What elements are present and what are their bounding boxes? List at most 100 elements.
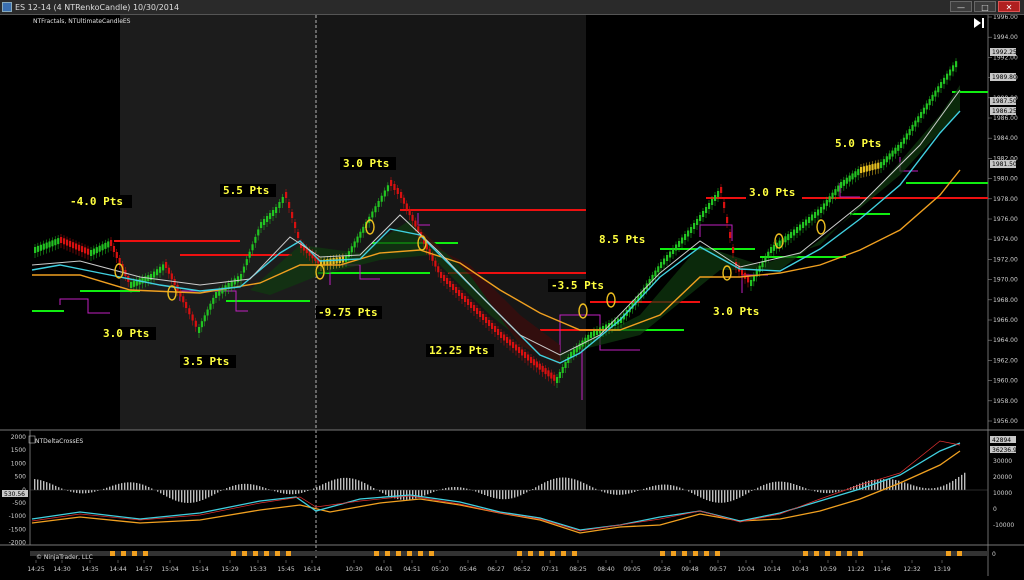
renko-candle bbox=[78, 245, 80, 251]
session-marker bbox=[275, 551, 280, 556]
renko-candle bbox=[909, 129, 911, 135]
histogram-bar bbox=[739, 490, 740, 498]
renko-candle bbox=[133, 281, 135, 287]
renko-candle bbox=[547, 370, 549, 376]
histogram-bar bbox=[85, 490, 86, 493]
price-tick-label: 1960.00 bbox=[993, 378, 1018, 385]
session-marker bbox=[407, 551, 412, 556]
histogram-bar bbox=[514, 490, 515, 498]
histogram-bar bbox=[796, 485, 797, 490]
histogram-bar bbox=[208, 490, 209, 497]
renko-candle bbox=[497, 329, 499, 335]
histogram-bar bbox=[40, 480, 41, 490]
renko-candle bbox=[831, 193, 833, 199]
renko-candle bbox=[63, 238, 65, 244]
histogram-bar bbox=[328, 482, 329, 490]
histogram-bar bbox=[676, 486, 677, 490]
histogram-bar bbox=[784, 482, 785, 490]
histogram-bar bbox=[184, 490, 185, 503]
renko-candle bbox=[863, 166, 865, 172]
renko-candle bbox=[914, 121, 916, 127]
renko-candle bbox=[906, 133, 908, 139]
histogram-bar bbox=[700, 490, 701, 498]
histogram-bar bbox=[487, 490, 488, 496]
renko-candle bbox=[282, 197, 284, 203]
renko-candle bbox=[949, 70, 951, 76]
histogram-bar bbox=[523, 490, 524, 494]
osc-left-tick: -500 bbox=[12, 500, 26, 507]
time-tick-label: 09:48 bbox=[681, 566, 698, 573]
renko-candle bbox=[218, 290, 220, 296]
session-marker bbox=[374, 551, 379, 556]
histogram-bar bbox=[217, 490, 218, 493]
time-tick-label: 14:57 bbox=[135, 566, 152, 573]
renko-candle bbox=[779, 241, 781, 247]
time-tick-label: 10:04 bbox=[737, 566, 754, 573]
renko-candle bbox=[204, 315, 206, 321]
histogram-bar bbox=[262, 487, 263, 490]
renko-candle bbox=[101, 244, 103, 250]
time-tick-label: 06:27 bbox=[487, 566, 504, 573]
histogram-bar bbox=[205, 490, 206, 499]
histogram-bar bbox=[160, 490, 161, 493]
osc-left-tick: -1000 bbox=[9, 513, 27, 520]
minimize-button[interactable]: — bbox=[950, 1, 972, 12]
renko-candle bbox=[84, 247, 86, 253]
renko-candle bbox=[479, 311, 481, 317]
time-tick-label: 15:45 bbox=[277, 566, 294, 573]
footer-strip bbox=[30, 551, 988, 556]
renko-candle bbox=[889, 153, 891, 159]
renko-candle bbox=[72, 242, 74, 248]
histogram-bar bbox=[43, 481, 44, 490]
renko-candle bbox=[802, 222, 804, 228]
session-marker bbox=[704, 551, 709, 556]
renko-candle bbox=[506, 337, 508, 343]
renko-candle bbox=[678, 241, 680, 247]
renko-candle bbox=[403, 198, 405, 204]
close-button[interactable]: ✕ bbox=[998, 1, 1020, 12]
renko-candle bbox=[860, 167, 862, 173]
renko-candle bbox=[288, 202, 290, 208]
histogram-bar bbox=[178, 490, 179, 502]
renko-candle bbox=[390, 180, 392, 186]
renko-candle bbox=[212, 298, 214, 304]
renko-candle bbox=[826, 200, 828, 206]
renko-candle bbox=[185, 302, 187, 308]
histogram-bar bbox=[910, 484, 911, 490]
price-tick-label: 1958.00 bbox=[993, 398, 1018, 405]
histogram-bar bbox=[325, 483, 326, 490]
renko-candle bbox=[437, 266, 439, 272]
renko-candle bbox=[793, 230, 795, 236]
histogram-bar bbox=[484, 490, 485, 495]
renko-candle bbox=[699, 215, 701, 221]
histogram-bar bbox=[349, 478, 350, 490]
session-marker bbox=[110, 551, 115, 556]
renko-candle bbox=[297, 232, 299, 238]
renko-candle bbox=[488, 320, 490, 326]
histogram-bar bbox=[124, 483, 125, 490]
price-tick-label: 1972.00 bbox=[993, 256, 1018, 263]
renko-candle bbox=[711, 199, 713, 205]
histogram-bar bbox=[112, 486, 113, 490]
histogram-bar bbox=[625, 490, 626, 494]
session-marker bbox=[803, 551, 808, 556]
histogram-bar bbox=[766, 484, 767, 490]
histogram-bar bbox=[199, 490, 200, 501]
maximize-button[interactable]: □ bbox=[974, 1, 996, 12]
renko-candle bbox=[159, 267, 161, 273]
histogram-bar bbox=[352, 479, 353, 490]
renko-candle bbox=[564, 362, 566, 368]
session-marker bbox=[550, 551, 555, 556]
histogram-bar bbox=[646, 488, 647, 490]
histogram-bar bbox=[892, 479, 893, 490]
histogram-bar bbox=[937, 487, 938, 490]
annotation-label: 3.0 Pts bbox=[103, 327, 149, 340]
time-tick-label: 07:31 bbox=[541, 566, 558, 573]
renko-candle bbox=[796, 227, 798, 233]
histogram-bar bbox=[298, 490, 299, 494]
histogram-bar bbox=[565, 478, 566, 490]
time-tick-label: 15:14 bbox=[191, 566, 208, 573]
renko-candle bbox=[851, 173, 853, 179]
histogram-bar bbox=[568, 478, 569, 490]
chart-area[interactable]: NTFractals, NTUltimateCandleES NTDeltaCr… bbox=[0, 15, 1024, 580]
